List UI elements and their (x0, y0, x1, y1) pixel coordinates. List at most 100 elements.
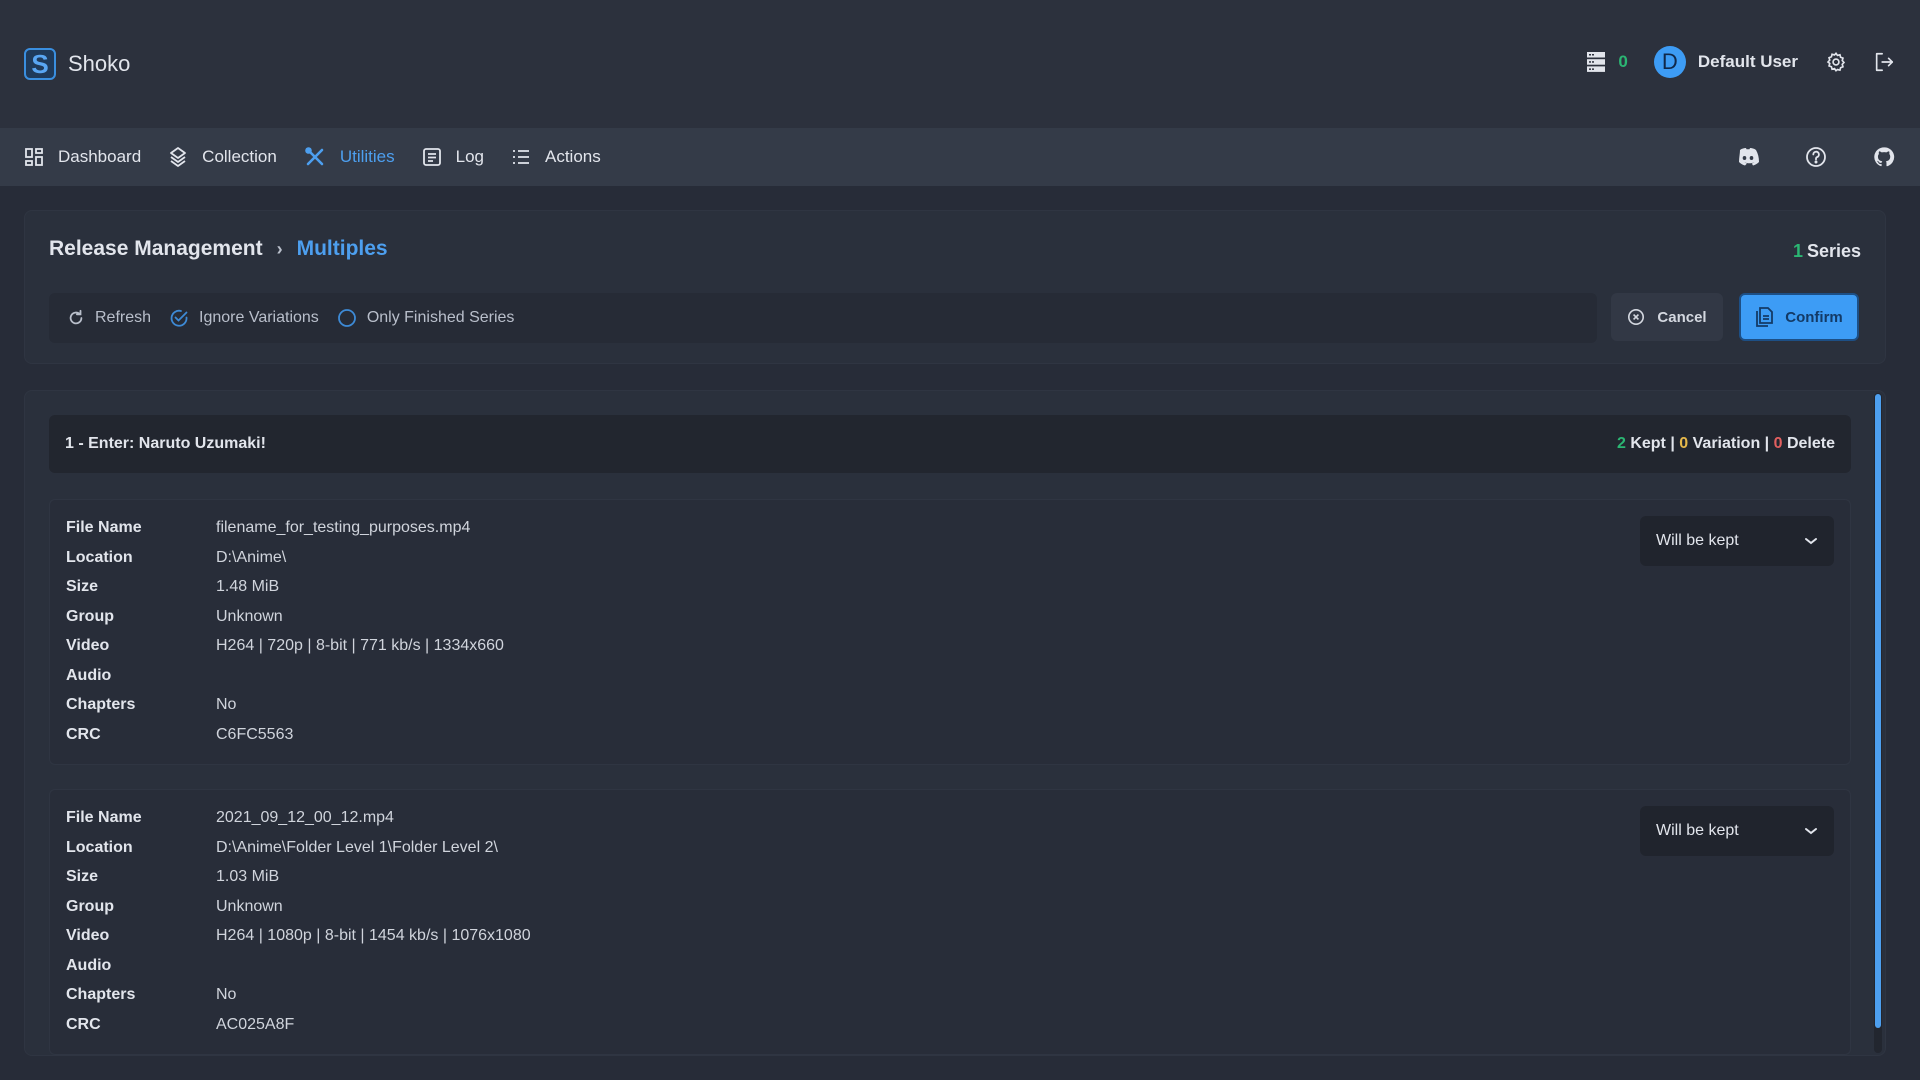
scrollbar-thumb[interactable] (1875, 394, 1881, 1028)
field-value: filename_for_testing_purposes.mp4 (216, 519, 471, 536)
nav-item-log[interactable]: Log (422, 147, 484, 167)
field-value: AC025A8F (216, 1015, 295, 1033)
layers-icon (168, 146, 188, 168)
refresh-icon (67, 309, 85, 327)
field-label: Chapters (66, 696, 136, 713)
file-row-filename: File Name 2021_09_12_00_12.mp4 (66, 806, 394, 830)
file-card: File Name filename_for_testing_purposes.m… (49, 499, 1851, 765)
file-row-chapters: Chapters No (66, 693, 236, 717)
chevron-right-icon: › (276, 238, 283, 259)
file-row-audio: Audio (66, 954, 216, 978)
field-value: D:\Anime\Folder Level 1\Folder Level 2\ (216, 838, 498, 856)
file-row-size: Size 1.48 MiB (66, 575, 279, 599)
refresh-label: Refresh (95, 309, 152, 326)
nav-label: Utilities (339, 147, 395, 166)
field-value: Unknown (216, 897, 283, 915)
file-row-video: Video H264 | 1080p | 8-bit | 1454 kb/s | … (66, 924, 531, 948)
nav-label: Log (455, 147, 484, 166)
queue-status[interactable]: 0 (1586, 51, 1628, 73)
list-icon (511, 147, 531, 167)
nav-item-utilities[interactable]: Utilities (304, 146, 395, 168)
stats-separator: | (1670, 435, 1675, 452)
field-label: Chapters (66, 986, 136, 1003)
brand[interactable]: S Shoko (24, 48, 130, 80)
user-name[interactable]: Default User (1698, 52, 1798, 72)
ignore-variations-label: Ignore Variations (199, 309, 319, 326)
nav-label: Collection (202, 147, 277, 166)
refresh-button[interactable]: Refresh (67, 309, 151, 327)
field-value: No (216, 696, 237, 713)
file-row-chapters: Chapters No (66, 983, 236, 1007)
file-card: File Name 2021_09_12_00_12.mp4 Location D:… (49, 789, 1851, 1055)
field-label: Location (66, 548, 133, 566)
file-row-video: Video H264 | 720p | 8-bit | 771 kb/s | 13… (66, 634, 504, 658)
field-value: D:\Anime\ (216, 548, 287, 566)
kept-count: 2 (1616, 435, 1626, 452)
ignore-variations-checkbox[interactable]: Ignore Variations (169, 308, 319, 328)
dashboard-icon (24, 147, 44, 167)
series-group-header[interactable]: 1 - Enter: Naruto Uzumaki! 2 Kept | 0 Va… (49, 415, 1851, 473)
field-label: CRC (66, 725, 101, 743)
toolbar: Refresh Ignore Variations Only Finished … (49, 293, 1597, 343)
breadcrumb: Release Management › Multiples (49, 237, 388, 261)
series-count-label: Series (1806, 241, 1861, 261)
help-icon[interactable] (1804, 145, 1828, 169)
file-action-value: Will be kept (1656, 532, 1739, 549)
confirm-button[interactable]: Confirm (1739, 293, 1859, 341)
nav-item-actions[interactable]: Actions (511, 147, 601, 167)
discord-icon[interactable] (1736, 145, 1760, 169)
field-value: 2021_09_12_00_12.mp4 (216, 809, 394, 826)
circle-icon (337, 308, 357, 328)
delete-label: Delete (1786, 435, 1835, 452)
logout-icon[interactable] (1872, 50, 1896, 74)
queue-count: 0 (1618, 52, 1628, 71)
file-row-crc: CRC AC025A8F (66, 1013, 294, 1037)
breadcrumb-multiples: Multiples (296, 237, 388, 260)
field-label: Group (66, 607, 114, 625)
field-label: File Name (66, 809, 142, 826)
stats-separator: | (1764, 435, 1770, 452)
cancel-button[interactable]: Cancel (1611, 293, 1723, 341)
check-circle-icon (169, 308, 189, 328)
field-label: Size (66, 578, 99, 595)
field-value: H264 | 1080p | 8-bit | 1454 kb/s | 1076x… (216, 927, 531, 944)
confirm-label: Confirm (1785, 308, 1843, 326)
field-label: Video (66, 927, 110, 944)
file-row-group: Group Unknown (66, 895, 283, 919)
file-row-size: Size 1.03 MiB (66, 865, 279, 889)
nav-label: Dashboard (58, 147, 142, 166)
close-circle-icon (1627, 308, 1645, 326)
file-action-select[interactable]: Will be kept (1640, 806, 1834, 856)
field-value: Unknown (216, 607, 283, 625)
nav-item-collection[interactable]: Collection (168, 146, 277, 168)
file-row-group: Group Unknown (66, 605, 283, 629)
top-bar: S Shoko 0 D Default User (0, 0, 1920, 128)
file-row-location: Location D:\Anime\Folder Level 1\Folder L… (66, 836, 498, 860)
log-icon (422, 147, 442, 167)
chevron-down-icon (1804, 536, 1818, 546)
settings-icon[interactable] (1824, 50, 1848, 74)
series-count: 1 Series (1793, 241, 1861, 262)
breadcrumb-release-management[interactable]: Release Management (49, 237, 263, 261)
file-action-select[interactable]: Will be kept (1640, 516, 1834, 566)
file-row-location: Location D:\Anime\ (66, 546, 286, 570)
avatar[interactable]: D (1653, 46, 1686, 78)
header-panel: Release Management › Multiples 1 Series R… (24, 210, 1886, 364)
file-row-audio: Audio (66, 664, 216, 688)
only-finished-series-checkbox[interactable]: Only Finished Series (337, 308, 514, 328)
field-label: Size (66, 868, 99, 885)
main-nav: Dashboard Collection Utilities Log Actio… (0, 128, 1920, 186)
field-value: 1.03 MiB (216, 868, 280, 885)
field-value: 1.48 MiB (216, 578, 280, 595)
github-icon[interactable] (1872, 145, 1896, 169)
document-icon (1755, 307, 1774, 327)
field-label: Video (66, 637, 110, 654)
app-name: Shoko (68, 51, 131, 76)
field-value: C6FC5563 (216, 725, 294, 743)
tools-icon (304, 146, 326, 168)
nav-item-dashboard[interactable]: Dashboard (24, 147, 141, 167)
field-label: CRC (66, 1015, 101, 1033)
field-label: Group (66, 897, 114, 915)
field-label: File Name (66, 519, 142, 536)
nav-label: Actions (545, 147, 601, 166)
